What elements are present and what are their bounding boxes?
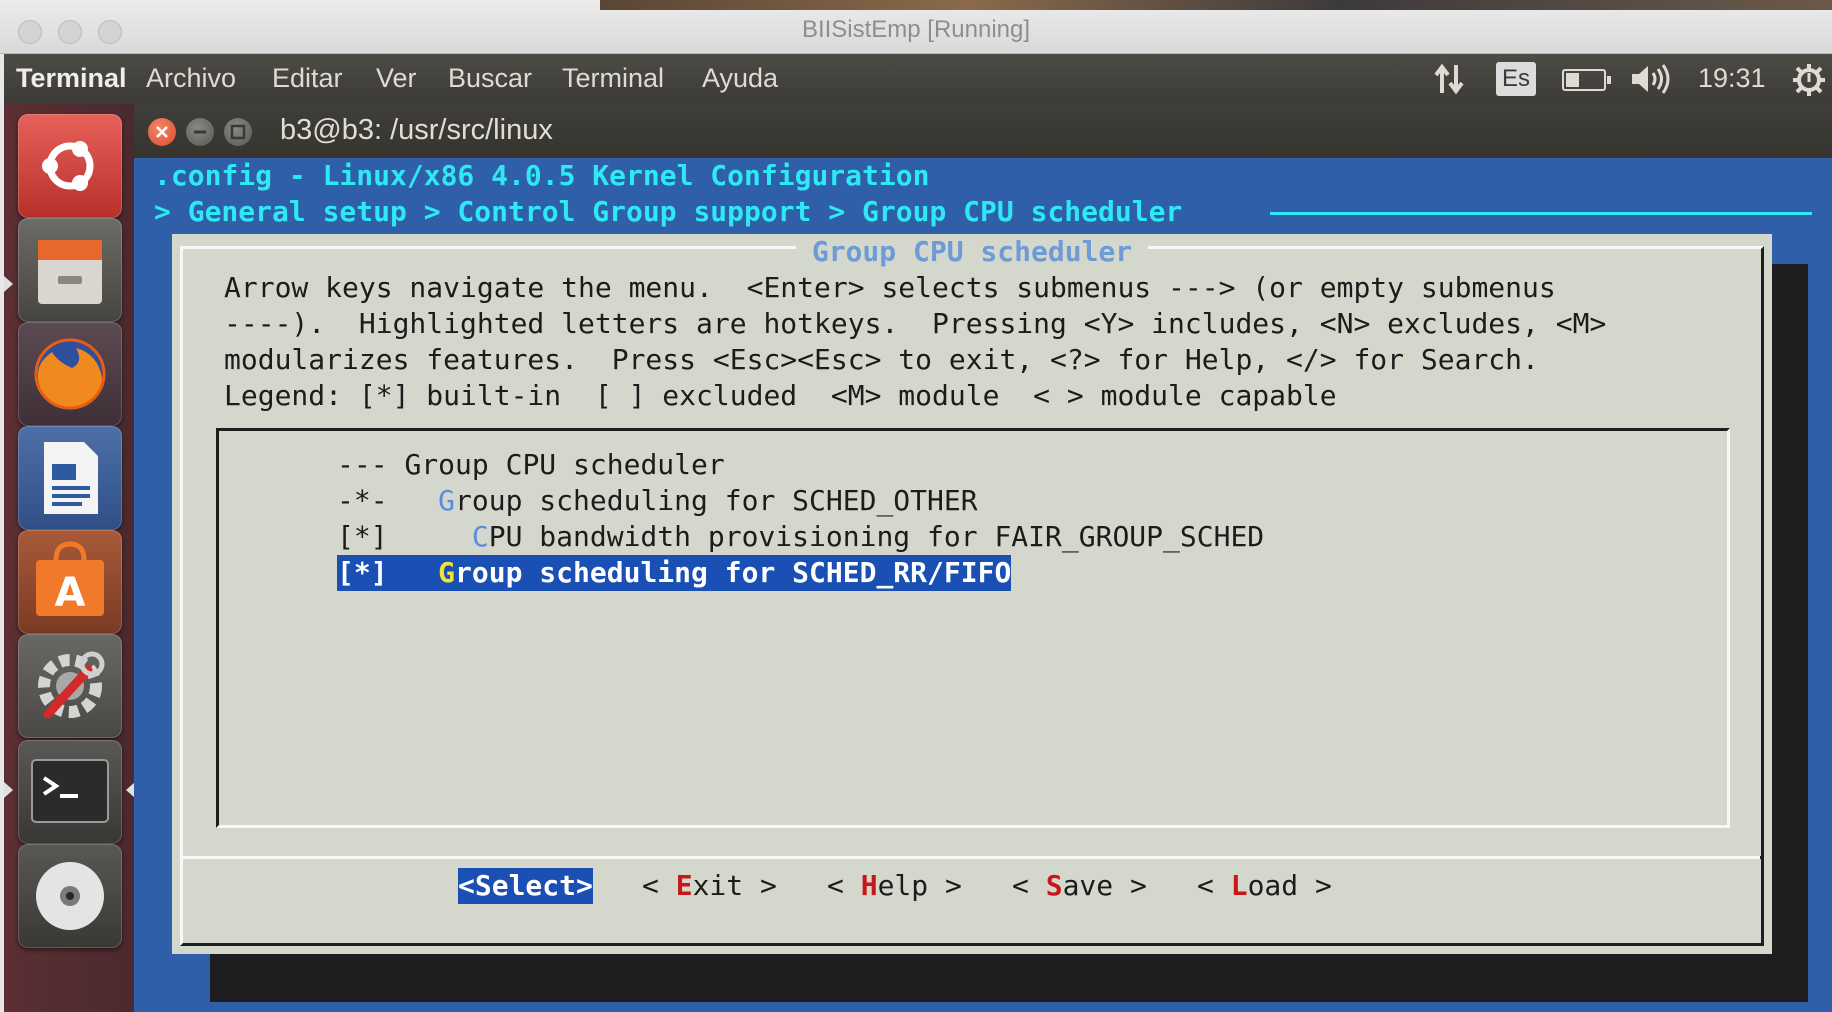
host-window-title: BIISistEmp [Running]: [801, 16, 1031, 43]
config-header: .config - Linux/x86 4.0.5 Kernel Configu…: [154, 159, 930, 192]
system-settings-icon[interactable]: [18, 634, 122, 738]
breadcrumb: > General setup > Control Group support …: [154, 195, 1183, 228]
help-line: ----). Highlighted letters are hotkeys. …: [224, 307, 1607, 340]
menu-terminal[interactable]: Terminal: [562, 63, 664, 94]
host-window-titlebar: BIISistEmp [Running]: [0, 0, 1832, 54]
window-close-button[interactable]: [148, 118, 176, 146]
menu-list: --- Group CPU scheduler -*- Group schedu…: [216, 428, 1730, 828]
hotkey-letter: G: [438, 556, 456, 589]
dvd-icon[interactable]: [18, 844, 122, 948]
files-icon[interactable]: [18, 218, 122, 322]
window-minimize-button[interactable]: [186, 118, 214, 146]
dialog-title-row: Group CPU scheduler: [172, 234, 1772, 270]
menu-item-group-cpu-scheduler[interactable]: --- Group CPU scheduler: [337, 447, 725, 483]
save-button[interactable]: < Save >: [1012, 868, 1147, 904]
power-gear-icon[interactable]: [1792, 63, 1826, 104]
help-line: Arrow keys navigate the menu. <Enter> se…: [224, 271, 1556, 304]
terminal-window-title: b3@b3: /usr/src/linux: [280, 114, 553, 146]
files-running-indicator: [4, 276, 13, 292]
menu-item-cpu-bandwidth[interactable]: [*] CPU bandwidth provisioning for FAIR_…: [337, 519, 1264, 555]
menu-buscar[interactable]: Buscar: [448, 63, 532, 94]
button-separator: [180, 856, 1764, 859]
menu-item-sched-other[interactable]: -*- Group scheduling for SCHED_OTHER: [337, 483, 978, 519]
launcher: A: [4, 104, 135, 1012]
menuconfig-dialog: Group CPU scheduler Arrow keys navigate …: [172, 234, 1772, 954]
active-app-name: Terminal: [16, 63, 127, 93]
help-line: Legend: [*] built-in [ ] excluded <M> mo…: [224, 379, 1337, 412]
keyboard-layout-indicator[interactable]: Es: [1496, 62, 1536, 96]
menu-item-sched-rr-fifo[interactable]: [*] Group scheduling for SCHED_RR/FIFO: [337, 555, 1012, 591]
menu-editar[interactable]: Editar: [272, 63, 343, 94]
help-button[interactable]: < Help >: [827, 868, 962, 904]
clock[interactable]: 19:31: [1698, 63, 1766, 94]
load-button[interactable]: < Load >: [1197, 868, 1332, 904]
breadcrumb-rule: [1270, 212, 1812, 215]
top-panel: Terminal Archivo Editar Ver Buscar Termi…: [4, 54, 1832, 104]
network-icon[interactable]: [1432, 63, 1468, 102]
menu-ver[interactable]: Ver: [376, 63, 417, 94]
terminal-titlebar: b3@b3: /usr/src/linux: [134, 104, 1832, 158]
hotkey-letter: G: [438, 484, 456, 517]
help-line: modularizes features. Press <Esc><Esc> t…: [224, 343, 1539, 376]
host-background-strip: [600, 0, 1832, 10]
terminal-running-indicator: [4, 782, 13, 798]
firefox-icon[interactable]: [18, 322, 122, 426]
svg-text:A: A: [55, 570, 86, 616]
button-separator-corner: [1760, 856, 1764, 859]
window-maximize-button[interactable]: [224, 118, 252, 146]
ubuntu-dash-icon[interactable]: [18, 114, 122, 218]
battery-level: [1566, 73, 1579, 87]
dialog-title: Group CPU scheduler: [795, 235, 1149, 268]
libreoffice-writer-icon[interactable]: [18, 426, 122, 530]
exit-button[interactable]: < Exit >: [642, 868, 777, 904]
hotkey-letter: C: [471, 520, 489, 553]
terminal-icon[interactable]: [18, 740, 122, 844]
select-button[interactable]: <Select>: [458, 868, 593, 904]
battery-icon[interactable]: [1562, 69, 1611, 91]
menu-archivo[interactable]: Archivo: [146, 63, 236, 94]
menu-ayuda[interactable]: Ayuda: [702, 63, 778, 94]
software-center-icon[interactable]: A: [18, 530, 122, 634]
terminal-area[interactable]: .config - Linux/x86 4.0.5 Kernel Configu…: [134, 158, 1832, 1012]
volume-icon[interactable]: [1630, 63, 1674, 102]
